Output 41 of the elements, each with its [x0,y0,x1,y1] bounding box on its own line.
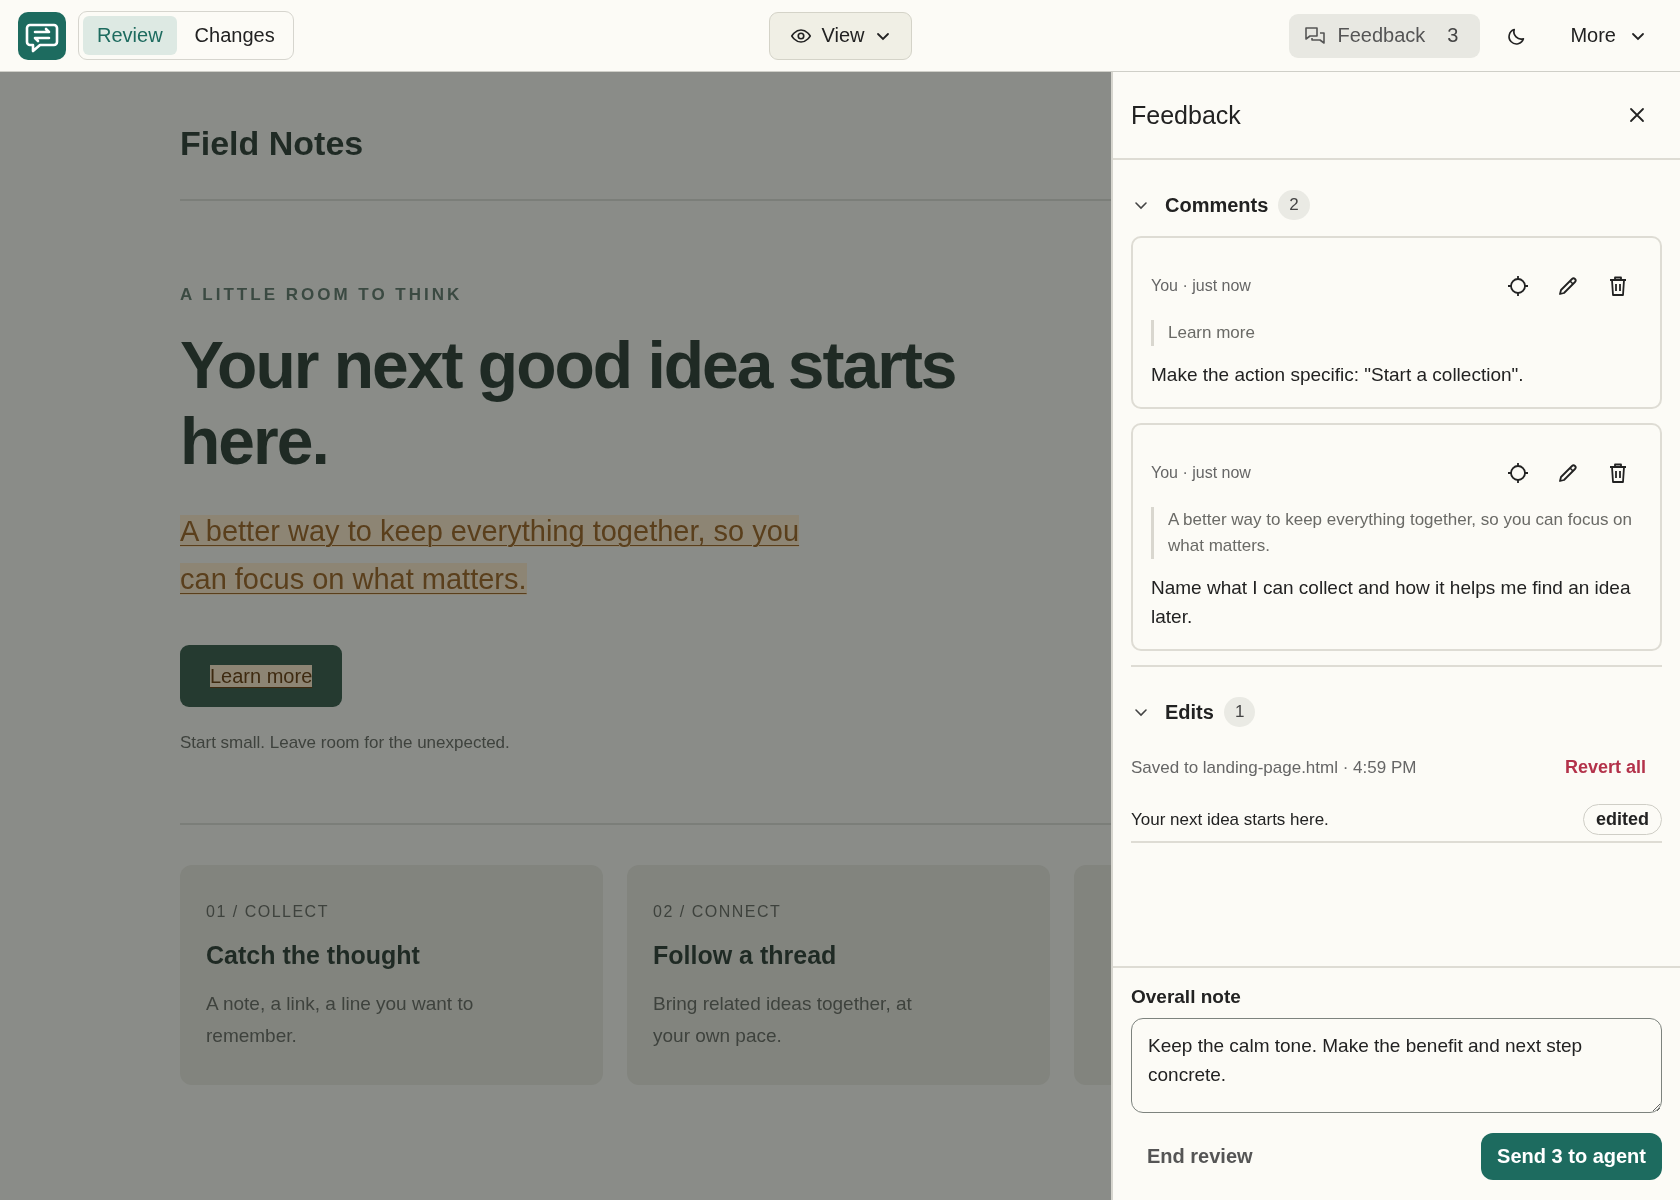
close-icon [1628,106,1646,124]
eyebrow-text: A LITTLE ROOM TO THINK [180,285,464,305]
panel-title: Feedback [1131,100,1241,130]
comment-meta: You · just now [1151,277,1251,295]
app-logo-icon[interactable] [18,11,66,60]
count-badge: 2 [1278,190,1310,220]
more-button[interactable]: More [1554,16,1662,55]
comment-text: Name what I can collect and how it helps me find an idea later. [1151,576,1632,629]
learn-more-button[interactable]: Learn more [180,645,343,707]
send-button[interactable]: Send 3 to agent [1481,1133,1662,1180]
note-field[interactable]: Keep the calm tone. Make the benefit and next step concrete. [1131,1018,1662,1113]
card-label: 01 / COLLECT [206,903,330,921]
saved-status: Saved to landing-page.html · 4:59 PM [1131,757,1417,778]
comment-text: Make the action specific: "Start a collection". [1151,363,1525,387]
quoted-text: Learn more [1151,320,1642,346]
card-title: Catch the thought [206,941,421,970]
crosshair-icon [1506,274,1530,298]
card-title: Follow a thread [653,941,838,970]
feedback-button[interactable]: Feedback 3 [1289,13,1481,58]
revert-all-button[interactable]: Revert all [1548,753,1662,782]
field-label: Overall note [1131,986,1242,1008]
card-text: Bring related ideas together, at your own pace. [653,992,913,1048]
edit-text: Your next idea starts here. [1131,809,1329,830]
view-button[interactable]: View [768,11,912,60]
page-title: Field Notes [180,124,365,164]
crosshair-icon [1506,461,1530,485]
pencil-icon [1556,461,1580,485]
quoted-text: A better way to keep everything together, so you can focus on what matters. [1151,507,1642,559]
count-badge: 1 [1223,697,1256,727]
section-title: Comments [1165,193,1269,217]
section-title: Edits [1165,700,1214,724]
card-label: 02 / CONNECT [653,903,783,921]
card-text: A note, a link, a line you want to remember. [206,992,475,1048]
mode-tab[interactable]: Changes [180,16,289,55]
mode-tab[interactable]: Review [83,16,177,55]
subheadline: A better way to keep everything together, so you can focus on what matters. [180,514,801,597]
end-review-button[interactable]: End review [1131,1135,1269,1178]
note-text: Start small. Leave room for the unexpected. [180,733,511,753]
comment-meta: You · just now [1151,464,1251,482]
pencil-icon [1556,274,1580,298]
headline: Your next good idea starts here. [180,327,957,479]
